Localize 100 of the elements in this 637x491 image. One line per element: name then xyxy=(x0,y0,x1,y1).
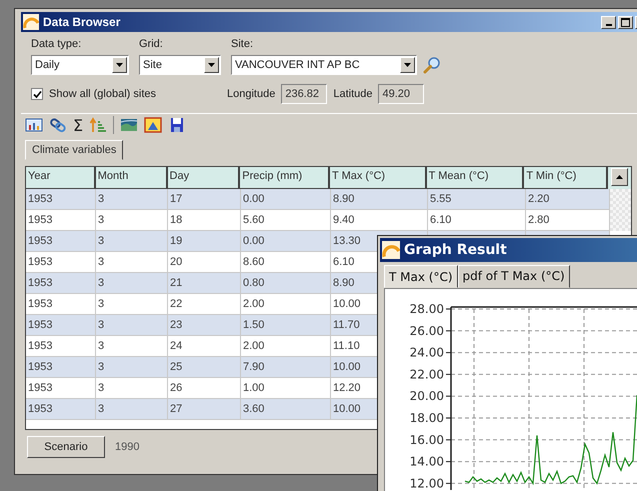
table-cell: 20 xyxy=(170,256,182,268)
table-cell: 5.60 xyxy=(243,214,264,226)
coordinate-field: 49.20 xyxy=(378,84,424,104)
table-cell: 18 xyxy=(170,214,182,226)
table-cell: 25 xyxy=(170,361,182,373)
y-axis-label: 22.00 xyxy=(410,367,444,382)
table-cell: 3 xyxy=(98,277,104,289)
table-cell: 1953 xyxy=(28,298,52,310)
table-cell: 3 xyxy=(98,214,104,226)
coordinate-field: 236.82 xyxy=(281,84,328,104)
table-cell: 6.10 xyxy=(430,214,452,226)
table-cell: 1953 xyxy=(28,319,52,331)
scenario-button[interactable]: Scenario xyxy=(27,436,105,458)
y-axis-label: 28.00 xyxy=(410,302,444,316)
dropdown[interactable]: Daily xyxy=(31,55,129,75)
sort-icon[interactable] xyxy=(89,116,108,134)
table-cell: 1953 xyxy=(28,277,52,289)
minimize-button[interactable] xyxy=(601,16,616,28)
table-cell: 23 xyxy=(170,319,182,331)
table-cell: 0.00 xyxy=(243,193,264,205)
table-cell: 10.00 xyxy=(333,298,361,310)
map-icon[interactable] xyxy=(120,116,138,134)
table-cell: 1953 xyxy=(28,256,52,268)
window-title: Graph Result xyxy=(404,242,507,258)
table-cell: 2.00 xyxy=(243,340,264,352)
search-icon[interactable] xyxy=(423,56,441,74)
table-cell: 24 xyxy=(170,340,182,352)
table-cell: 1953 xyxy=(28,193,52,205)
table-cell: 11.10 xyxy=(333,340,360,352)
field-label: Grid: xyxy=(139,38,164,51)
maximize-button[interactable] xyxy=(618,16,633,28)
coordinate-label: Longitude xyxy=(227,88,276,100)
table-cell: 3 xyxy=(98,235,104,247)
table-cell: 1953 xyxy=(28,235,52,247)
table-cell: 8.90 xyxy=(333,277,354,289)
table-cell: 9.40 xyxy=(333,214,354,226)
field-label: Data type: xyxy=(31,38,82,51)
table-cell: 11.70 xyxy=(333,319,360,331)
tab[interactable]: T Max (°C) xyxy=(384,265,458,288)
sum-button[interactable]: Σ xyxy=(73,116,84,134)
table-cell: 3 xyxy=(98,319,104,331)
y-axis-label: 24.00 xyxy=(410,346,444,360)
dropdown[interactable]: Site xyxy=(139,55,221,75)
y-axis-label: 20.00 xyxy=(410,389,444,404)
table-cell: 13.30 xyxy=(333,235,361,247)
app-icon xyxy=(23,14,39,30)
table-cell: 3 xyxy=(98,382,104,394)
table-cell: 3 xyxy=(98,256,104,268)
table-cell: 5.55 xyxy=(430,193,452,205)
table-cell: 10.00 xyxy=(333,403,361,415)
coordinate-label: Latitude xyxy=(333,88,372,100)
checkbox[interactable] xyxy=(31,88,43,100)
table-cell: 3 xyxy=(98,340,104,352)
scenario-value: 1990 xyxy=(115,441,140,453)
scroll-up-button[interactable] xyxy=(611,168,628,186)
table-cell: 27 xyxy=(170,403,182,415)
app-icon xyxy=(382,241,400,259)
table-cell: 3 xyxy=(98,298,104,310)
table-cell: 3 xyxy=(98,361,104,373)
field-label: Site: xyxy=(231,38,254,51)
table-cell: 1953 xyxy=(28,382,52,394)
table-cell: 1953 xyxy=(28,361,52,373)
table-cell: 1.00 xyxy=(243,382,264,394)
table-cell: 2.20 xyxy=(528,193,550,205)
y-axis-label: 12.00 xyxy=(410,476,444,490)
dropdown[interactable]: VANCOUVER INT AP BC xyxy=(231,55,417,75)
scroll-track[interactable] xyxy=(610,189,631,231)
tab[interactable]: Climate variables xyxy=(25,140,124,160)
caret-icon xyxy=(404,63,411,67)
table-cell: 0.00 xyxy=(243,235,264,247)
table-cell: 8.90 xyxy=(333,193,354,205)
caret-icon xyxy=(116,63,123,67)
window-title: Data Browser xyxy=(43,15,120,29)
table-cell: 12.20 xyxy=(333,382,361,394)
y-axis-label: 18.00 xyxy=(410,411,444,425)
table-cell: 3.60 xyxy=(243,403,264,415)
table-cell: 1953 xyxy=(28,403,52,415)
table-cell: 2.80 xyxy=(528,214,550,226)
chain-link-icon[interactable] xyxy=(49,116,67,134)
table-cell: 6.10 xyxy=(333,256,354,268)
table-cell: 21 xyxy=(170,277,182,289)
y-axis-label: 16.00 xyxy=(410,432,444,447)
table-cell: 17 xyxy=(170,193,182,205)
table-cell: 10.00 xyxy=(333,361,361,373)
checkbox-label: Show all (global) sites xyxy=(49,88,157,100)
table-cell: 1953 xyxy=(28,340,52,352)
table-cell: 3 xyxy=(98,403,104,415)
y-axis-label: 14.00 xyxy=(410,454,444,469)
table-cell: 7.90 xyxy=(243,361,264,373)
chart-icon[interactable] xyxy=(25,116,43,134)
table-cell: 19 xyxy=(170,235,182,247)
table-cell: 1953 xyxy=(28,214,52,226)
table-cell: 0.80 xyxy=(243,277,264,289)
caret-icon xyxy=(208,63,215,67)
image-icon[interactable] xyxy=(144,116,162,134)
table-cell: 26 xyxy=(170,382,182,394)
y-axis-label: 26.00 xyxy=(410,324,444,338)
table-cell: 1.50 xyxy=(243,319,264,331)
table-cell: 2.00 xyxy=(243,298,264,310)
table-cell: 22 xyxy=(170,298,182,310)
